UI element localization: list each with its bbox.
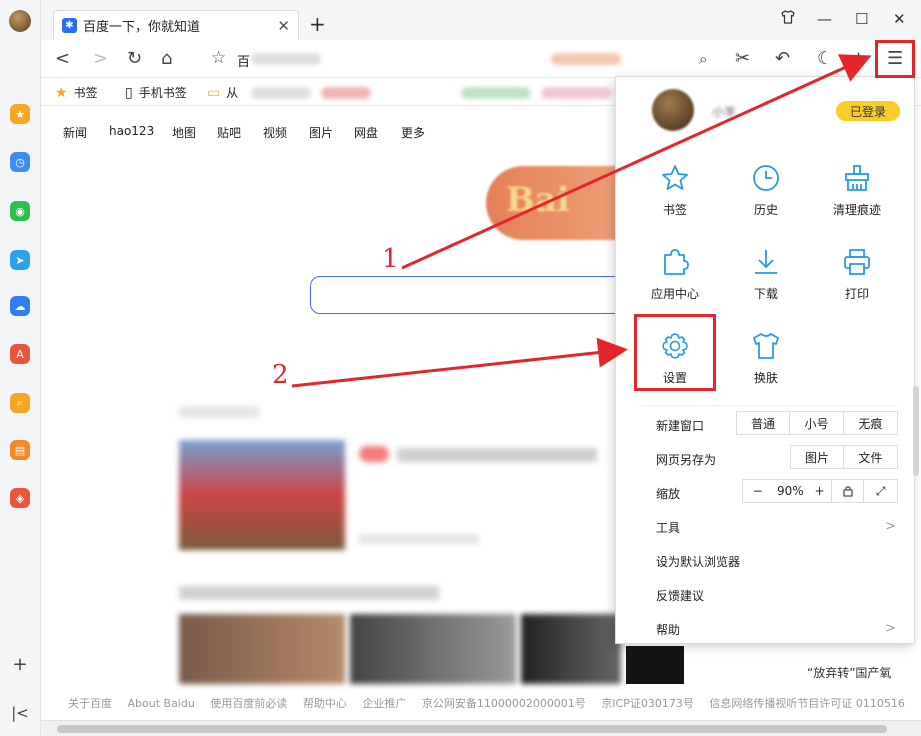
arrow-to-settings — [291, 337, 628, 388]
annotation-arrows — [291, 54, 872, 388]
arrow-to-menu — [401, 54, 872, 270]
